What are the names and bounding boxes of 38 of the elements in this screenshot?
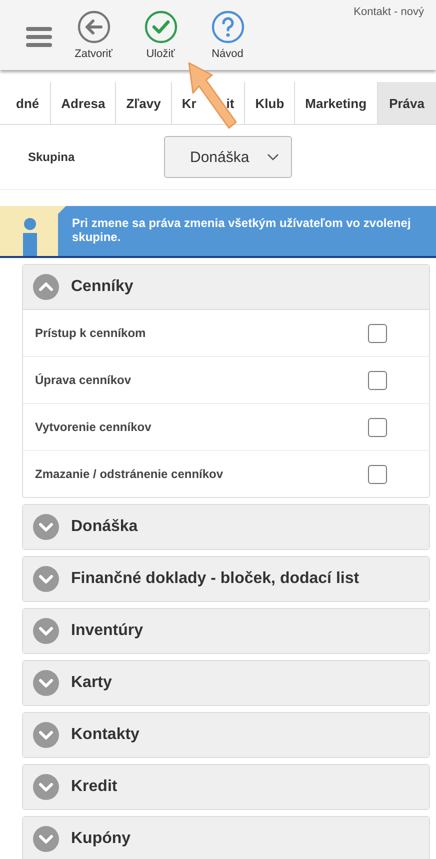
chevron-up-icon [33, 274, 59, 300]
tab[interactable]: Práva [378, 82, 436, 124]
group-dropdown[interactable]: Donáška [164, 136, 292, 178]
accordion-header[interactable]: Cenníky [23, 265, 429, 309]
toolbar-button[interactable]: Návod [194, 10, 261, 60]
checkmark-icon [144, 10, 178, 44]
chevron-down-icon [33, 722, 59, 748]
checkbox[interactable] [368, 324, 387, 342]
accordion-header[interactable]: Finančné doklady - bloček, dodací list [23, 557, 429, 601]
tab-label-fragment: it [226, 96, 234, 110]
chevron-down-icon [33, 618, 59, 644]
accordion-header[interactable]: Kupóny [23, 817, 429, 859]
help-icon [210, 10, 244, 44]
permission-label: Zmazanie / odstránenie cenníkov [35, 467, 224, 481]
chevron-down-icon [33, 566, 59, 592]
accordion-header[interactable]: Kredit [23, 765, 429, 809]
toolbar-button[interactable]: Uložiť [127, 10, 194, 60]
info-message: Pri zmene sa práva zmenia všetkým užívateľom vo zvolenej skupine. [58, 206, 436, 256]
window-title: Kontakt - nový [354, 6, 424, 18]
chevron-down-icon [33, 514, 59, 540]
toolbar-button[interactable]: Zatvoriť [60, 10, 127, 60]
chevron-down-icon [33, 774, 59, 800]
checkbox[interactable] [368, 418, 387, 436]
accordion-header[interactable]: Kontakty [23, 713, 429, 757]
permission-label: Prístup k cenníkom [35, 326, 146, 340]
group-label: Skupina [28, 150, 76, 164]
chevron-down-icon [33, 670, 59, 696]
accordion-header[interactable]: Donáška [23, 505, 429, 549]
tab-label-fragment: Kr [182, 96, 196, 110]
checkbox[interactable] [368, 464, 387, 484]
chevron-down-icon [33, 826, 59, 852]
accordion-header[interactable]: Karty [23, 661, 429, 705]
permission-label: Vytvorenie cenníkov [35, 420, 152, 434]
menu-icon[interactable] [26, 26, 52, 48]
accordion-header[interactable]: Inventúry [23, 609, 429, 653]
checkbox[interactable] [368, 370, 387, 390]
chevron-down-icon [267, 153, 280, 161]
permission-label: Úprava cenníkov [35, 373, 132, 387]
